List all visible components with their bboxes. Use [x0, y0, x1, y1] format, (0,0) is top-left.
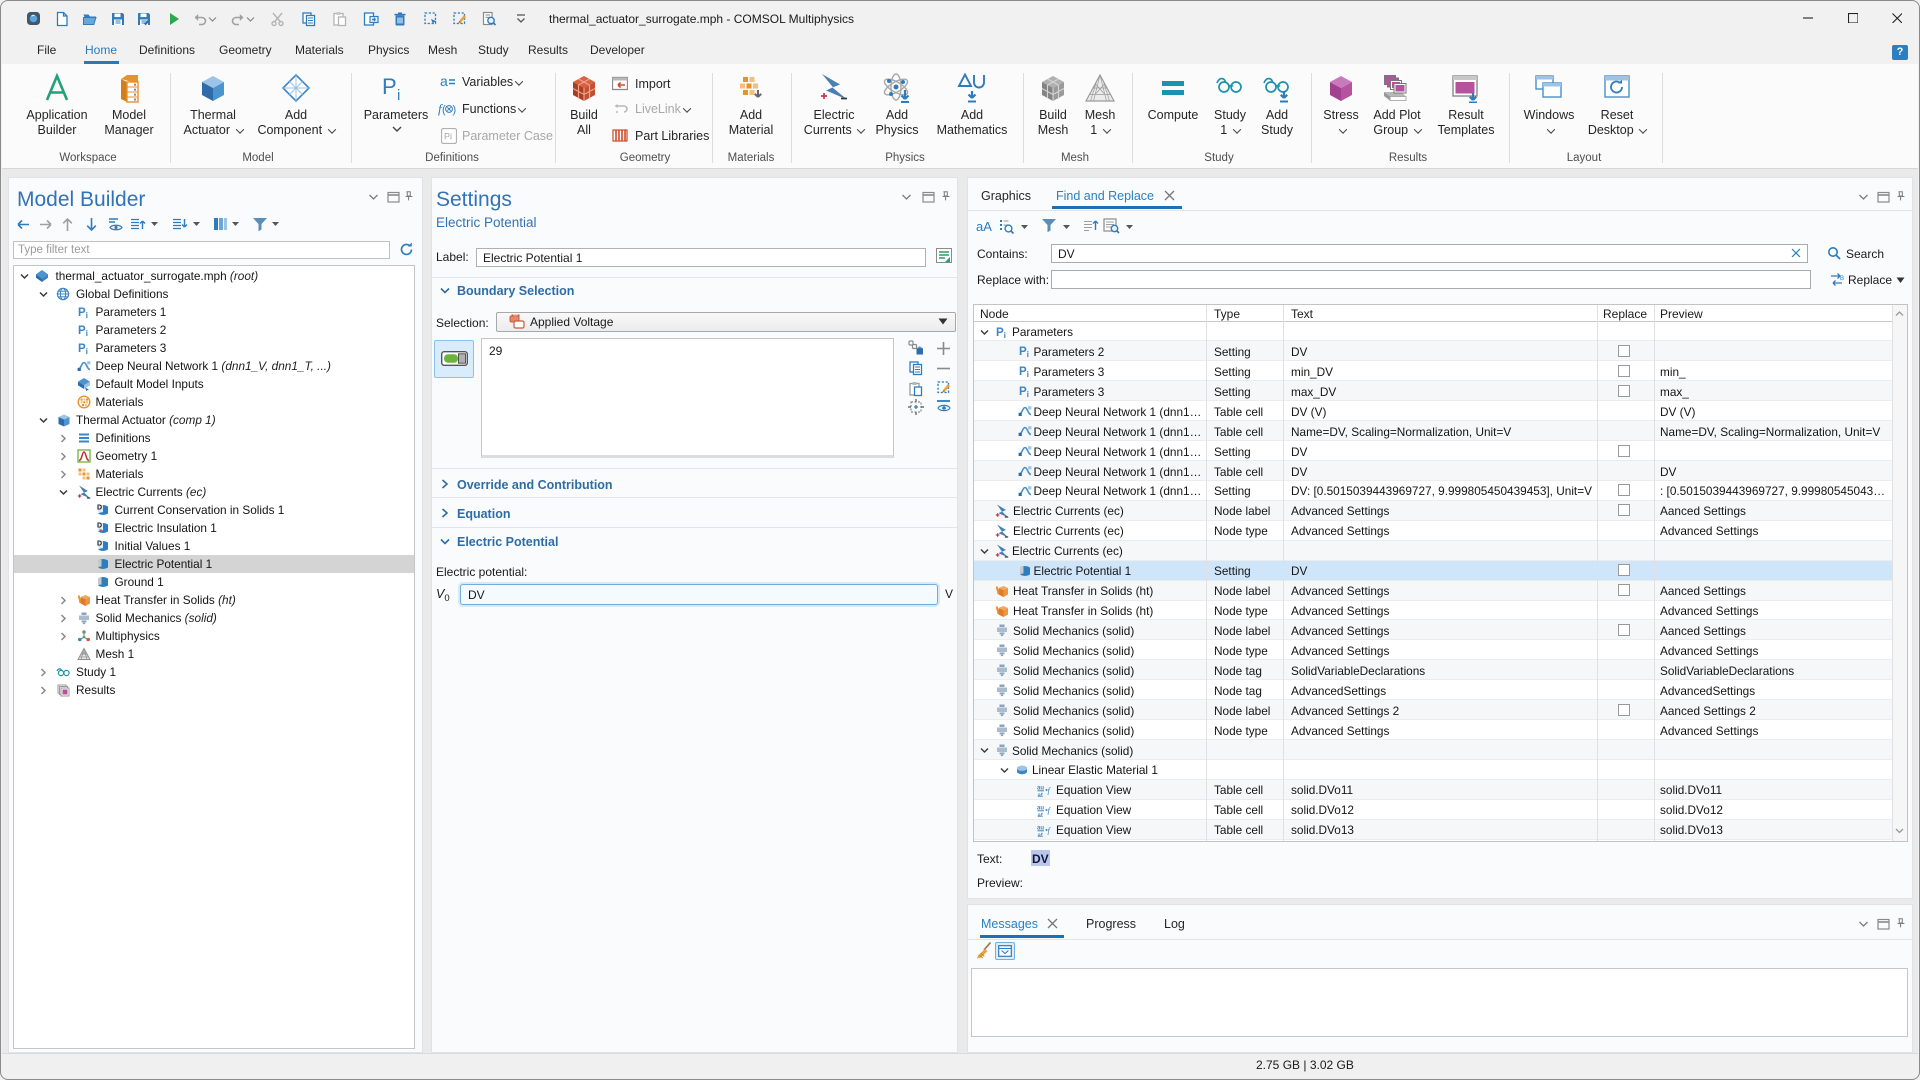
svg-text:i: i [1004, 330, 1006, 339]
svg-text:D: D [97, 522, 102, 529]
svg-text:): ) [453, 104, 457, 116]
svg-text:B: B [1840, 276, 1844, 282]
svg-text:at: at [1038, 813, 1043, 817]
svg-text:i: i [1026, 369, 1028, 378]
svg-text:D: D [97, 504, 102, 511]
svg-text:P: P [382, 74, 397, 99]
svg-text:f: f [1048, 785, 1052, 795]
svg-text:i: i [1026, 389, 1028, 398]
svg-text:D: D [97, 540, 102, 547]
svg-text:i: i [85, 328, 87, 337]
svg-text:at: at [1038, 833, 1043, 837]
svg-text:f: f [1048, 825, 1052, 835]
svg-text:i: i [397, 87, 400, 102]
svg-text:f: f [1048, 805, 1052, 815]
svg-text:Pi: Pi [444, 132, 452, 142]
svg-text:at: at [1038, 793, 1043, 797]
svg-text:a: a [440, 74, 448, 89]
svg-text:i: i [85, 346, 87, 355]
svg-text:i: i [85, 310, 87, 319]
svg-text:i: i [1026, 349, 1028, 358]
